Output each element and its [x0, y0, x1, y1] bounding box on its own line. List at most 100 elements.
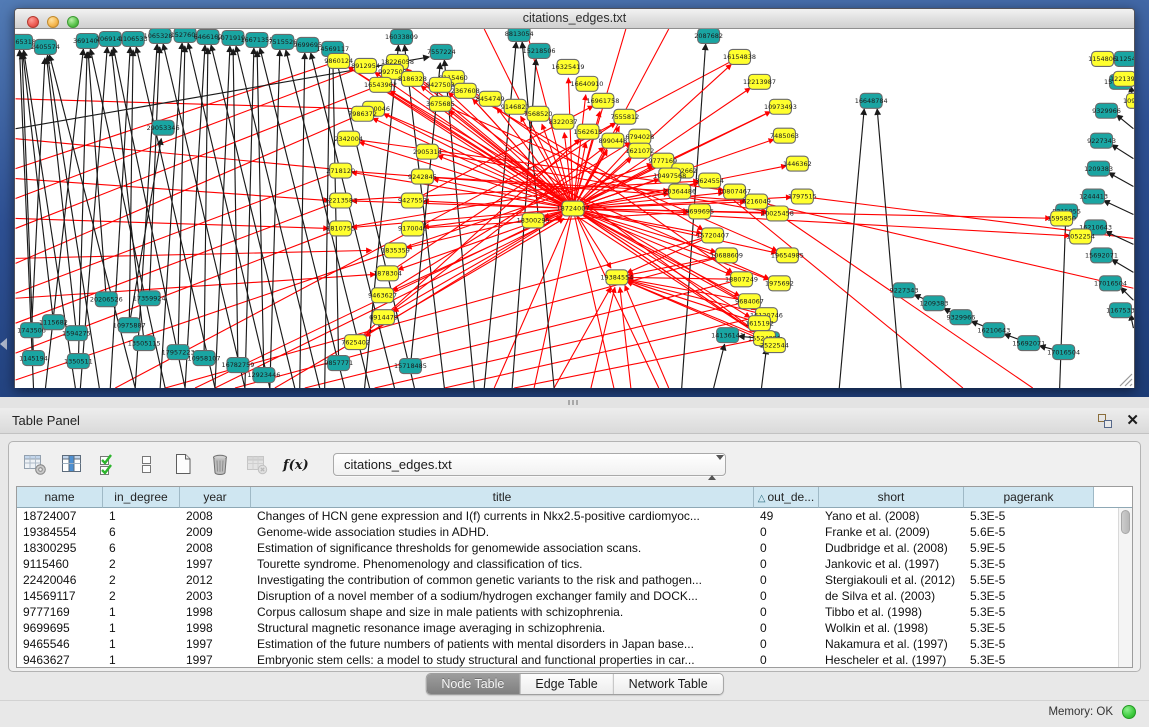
cell-year[interactable]: 2009 — [180, 524, 251, 540]
cell-title[interactable]: Estimation of significance thresholds fo… — [251, 540, 754, 556]
new-document-icon[interactable] — [171, 452, 195, 476]
cell-year[interactable]: 1997 — [180, 652, 251, 667]
panel-divider[interactable] — [0, 397, 1149, 408]
zoom-window-button[interactable] — [67, 16, 79, 28]
cell-year[interactable]: 1997 — [180, 636, 251, 652]
cell-title[interactable]: Structural magnetic resonance image aver… — [251, 620, 754, 636]
select-columns-icon[interactable] — [97, 452, 121, 476]
window-resize-grip[interactable] — [1117, 371, 1133, 387]
vertical-scrollbar[interactable] — [1118, 508, 1132, 667]
table-row[interactable]: 1830029562008Estimation of significance … — [17, 540, 1118, 556]
dropdown-stepper-icon[interactable] — [708, 457, 718, 473]
close-panel-icon[interactable]: ✕ — [1126, 410, 1139, 432]
column-header-year[interactable]: year — [180, 487, 251, 508]
cell-in_degree[interactable]: 1 — [103, 652, 180, 667]
cell-out_de[interactable]: 0 — [754, 620, 819, 636]
cell-out_de[interactable]: 0 — [754, 636, 819, 652]
memory-status-indicator[interactable] — [1122, 705, 1136, 719]
tab-edge-table[interactable]: Edge Table — [520, 674, 613, 694]
cell-title[interactable]: Corpus callosum shape and size in male p… — [251, 604, 754, 620]
table-settings-icon[interactable] — [23, 452, 47, 476]
cell-in_degree[interactable]: 1 — [103, 620, 180, 636]
table-row[interactable]: 911546021997Tourette syndrome. Phenomeno… — [17, 556, 1118, 572]
cell-pagerank[interactable]: 5.3E-5 — [964, 652, 1094, 667]
tab-network-table[interactable]: Network Table — [614, 674, 723, 694]
function-builder-icon[interactable]: f(x) — [282, 452, 306, 476]
float-panel-icon[interactable] — [1098, 414, 1113, 429]
cell-out_de[interactable]: 49 — [754, 508, 819, 524]
cell-year[interactable]: 1997 — [180, 556, 251, 572]
cell-year[interactable]: 2008 — [180, 508, 251, 524]
cell-short[interactable]: Hescheler et al. (1997) — [819, 652, 964, 667]
cell-year[interactable]: 1998 — [180, 620, 251, 636]
cell-in_degree[interactable]: 1 — [103, 604, 180, 620]
cell-short[interactable]: de Silva et al. (2003) — [819, 588, 964, 604]
cell-year[interactable]: 2008 — [180, 540, 251, 556]
cell-short[interactable]: Yano et al. (2008) — [819, 508, 964, 524]
cell-out_de[interactable]: 0 — [754, 572, 819, 588]
table-row[interactable]: 2242004622012Investigating the contribut… — [17, 572, 1118, 588]
cell-short[interactable]: Franke et al. (2009) — [819, 524, 964, 540]
cell-pagerank[interactable]: 5.3E-5 — [964, 508, 1094, 524]
table-row[interactable]: 969969511998Structural magnetic resonanc… — [17, 620, 1118, 636]
cell-title[interactable]: Tourette syndrome. Phenomenology and cla… — [251, 556, 754, 572]
column-header-short[interactable]: short — [819, 487, 964, 508]
cell-short[interactable]: Dudbridge et al. (2008) — [819, 540, 964, 556]
cell-name[interactable]: 18300295 — [17, 540, 103, 556]
cell-short[interactable]: Stergiakouli et al. (2012) — [819, 572, 964, 588]
tab-node-table[interactable]: Node Table — [426, 674, 520, 694]
cell-in_degree[interactable]: 6 — [103, 540, 180, 556]
cell-title[interactable]: Investigating the contribution of common… — [251, 572, 754, 588]
column-header-title[interactable]: title — [251, 487, 754, 508]
collapse-panel-arrow-icon[interactable] — [0, 338, 7, 350]
cell-out_de[interactable]: 0 — [754, 524, 819, 540]
cell-title[interactable]: Changes of HCN gene expression and I(f) … — [251, 508, 754, 524]
cell-in_degree[interactable]: 1 — [103, 636, 180, 652]
table-row[interactable]: 946554611997Estimation of the future num… — [17, 636, 1118, 652]
row-options-icon[interactable] — [134, 452, 158, 476]
column-header-name[interactable]: name — [17, 487, 103, 508]
cell-in_degree[interactable]: 2 — [103, 572, 180, 588]
close-window-button[interactable] — [27, 16, 39, 28]
cell-short[interactable]: Nakamura et al. (1997) — [819, 636, 964, 652]
cell-pagerank[interactable]: 5.5E-5 — [964, 572, 1094, 588]
cell-year[interactable]: 2012 — [180, 572, 251, 588]
scrollbar-thumb[interactable] — [1121, 510, 1130, 534]
delete-trash-icon[interactable] — [208, 452, 232, 476]
cell-name[interactable]: 22420046 — [17, 572, 103, 588]
cell-title[interactable]: Genome-wide association studies in ADHD. — [251, 524, 754, 540]
cell-pagerank[interactable]: 5.9E-5 — [964, 540, 1094, 556]
cell-pagerank[interactable]: 5.3E-5 — [964, 636, 1094, 652]
cell-title[interactable]: Estimation of the future numbers of pati… — [251, 636, 754, 652]
column-header-out_de[interactable]: △out_de... — [754, 487, 819, 508]
network-canvas[interactable]: 1872400718300295193845541865318240557436… — [15, 29, 1134, 388]
table-row[interactable]: 1872400712008Changes of HCN gene express… — [17, 508, 1118, 524]
table-selector-dropdown[interactable]: citations_edges.txt — [333, 453, 726, 476]
table-row[interactable]: 1456911722003Disruption of a novel membe… — [17, 588, 1118, 604]
table-row[interactable]: 946362711997Embryonic stem cells: a mode… — [17, 652, 1118, 667]
cell-out_de[interactable]: 0 — [754, 604, 819, 620]
cell-in_degree[interactable]: 6 — [103, 524, 180, 540]
cell-pagerank[interactable]: 5.3E-5 — [964, 604, 1094, 620]
cell-out_de[interactable]: 0 — [754, 556, 819, 572]
minimize-window-button[interactable] — [47, 16, 59, 28]
cell-year[interactable]: 2003 — [180, 588, 251, 604]
cell-in_degree[interactable]: 1 — [103, 508, 180, 524]
cell-in_degree[interactable]: 2 — [103, 588, 180, 604]
cell-in_degree[interactable]: 2 — [103, 556, 180, 572]
cell-name[interactable]: 9777169 — [17, 604, 103, 620]
cell-name[interactable]: 9699695 — [17, 620, 103, 636]
table-row[interactable]: 1938455462009Genome-wide association stu… — [17, 524, 1118, 540]
table-row[interactable]: 977716911998Corpus callosum shape and si… — [17, 604, 1118, 620]
cell-pagerank[interactable]: 5.6E-5 — [964, 524, 1094, 540]
cell-pagerank[interactable]: 5.3E-5 — [964, 588, 1094, 604]
cell-out_de[interactable]: 0 — [754, 540, 819, 556]
cell-short[interactable]: Jankovic et al. (1997) — [819, 556, 964, 572]
show-columns-icon[interactable] — [60, 452, 84, 476]
cell-name[interactable]: 14569117 — [17, 588, 103, 604]
cell-out_de[interactable]: 0 — [754, 588, 819, 604]
cell-out_de[interactable]: 0 — [754, 652, 819, 667]
column-header-pagerank[interactable]: pagerank — [964, 487, 1094, 508]
cell-title[interactable]: Embryonic stem cells: a model to study s… — [251, 652, 754, 667]
network-window-titlebar[interactable]: citations_edges.txt — [15, 9, 1134, 29]
